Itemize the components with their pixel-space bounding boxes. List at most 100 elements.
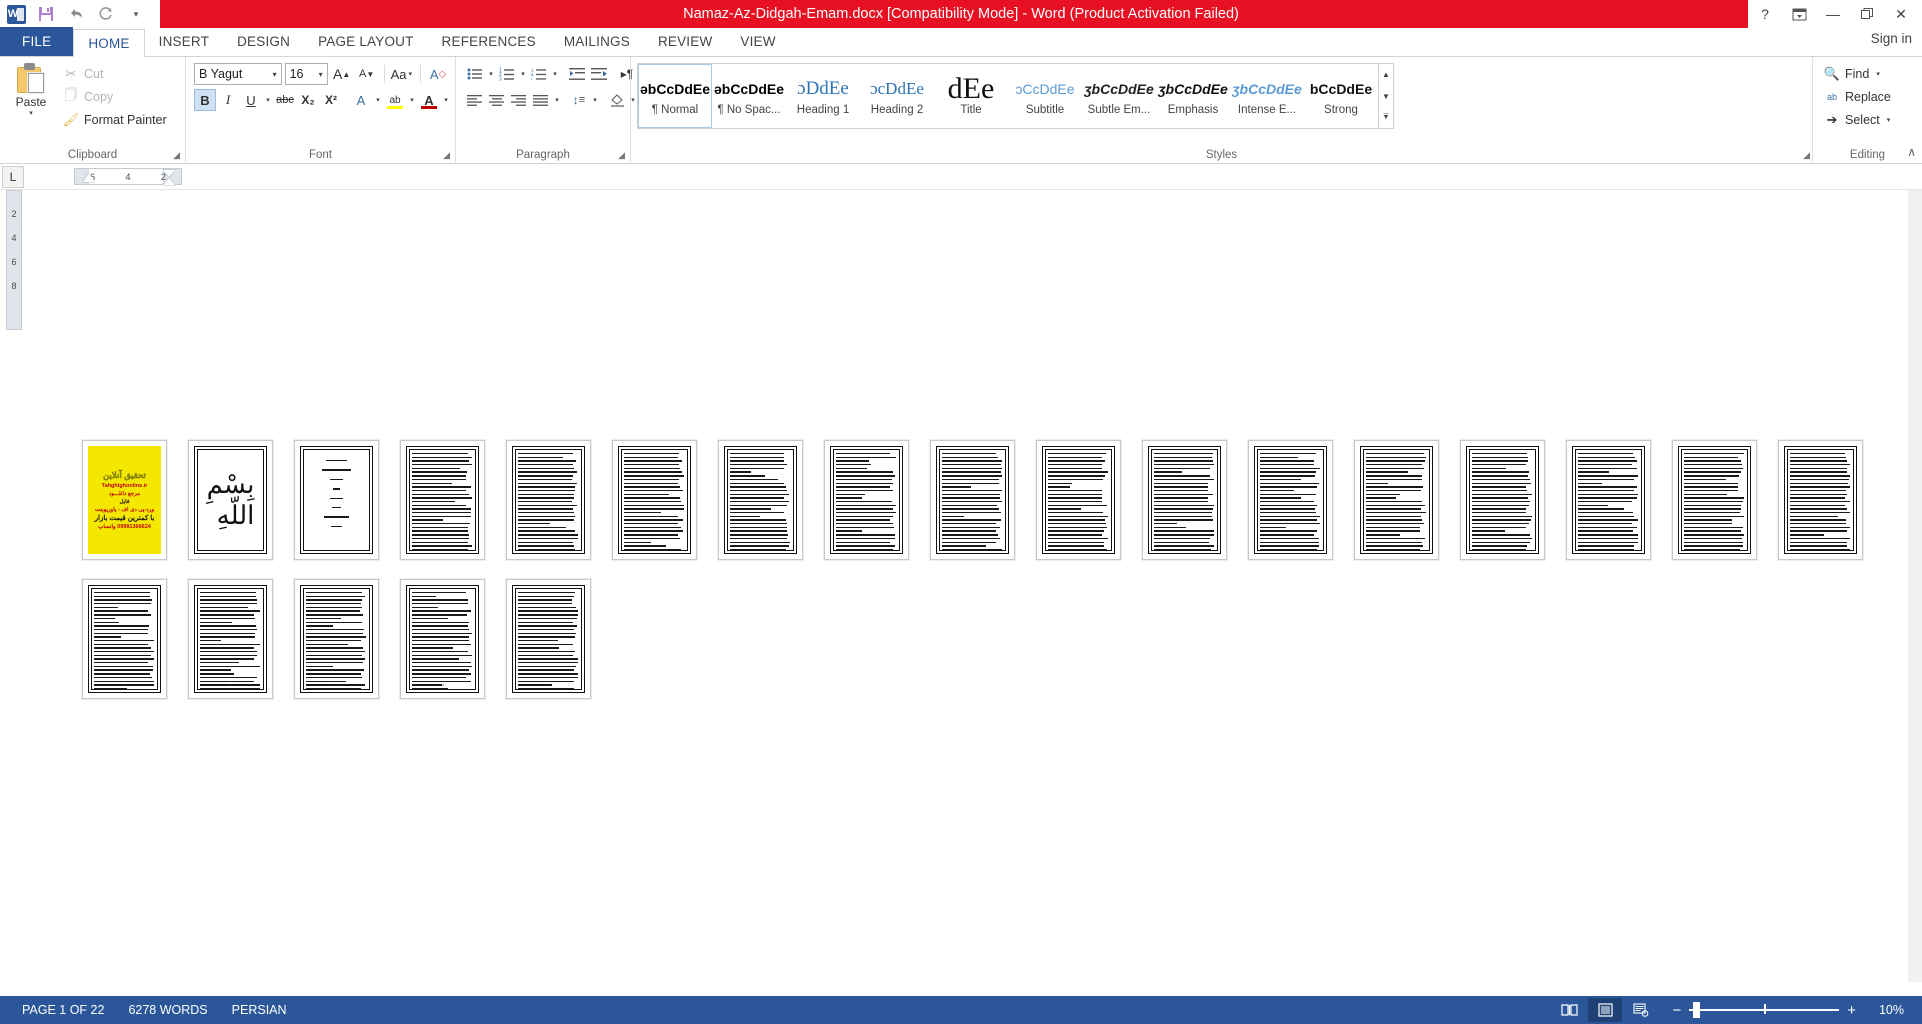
help-button[interactable]: ? — [1748, 0, 1782, 28]
undo-icon[interactable] — [66, 4, 86, 24]
minimize-button[interactable]: — — [1816, 0, 1850, 28]
increase-indent-button[interactable] — [588, 63, 610, 85]
multilevel-dropdown[interactable]: ▾ — [550, 63, 560, 85]
style-intense-emphasis[interactable]: ʒbCcDdEe Intense E... — [1230, 64, 1304, 128]
collapse-ribbon-button[interactable]: ∧ — [1907, 145, 1916, 159]
page-thumbnail[interactable]: 5 — [506, 440, 591, 560]
tab-view[interactable]: VIEW — [726, 27, 789, 56]
strikethrough-button[interactable]: abc — [274, 89, 296, 111]
shrink-font-button[interactable]: A ▼ — [356, 63, 378, 85]
tab-references[interactable]: REFERENCES — [428, 27, 550, 56]
ribbon-display-options-icon[interactable] — [1782, 0, 1816, 28]
page-thumbnail[interactable]: 11 — [1142, 440, 1227, 560]
text-highlight-color-button[interactable]: ab — [384, 89, 406, 111]
zoom-out-button[interactable]: − — [1672, 1003, 1681, 1018]
style-title[interactable]: dEe Title — [934, 64, 1008, 128]
chevron-down-icon[interactable]: ▾ — [315, 70, 327, 79]
page-indicator[interactable]: PAGE 1 OF 22 — [10, 1003, 116, 1017]
bullets-button[interactable] — [464, 63, 486, 85]
superscript-button[interactable]: X² — [320, 89, 342, 111]
page-thumbnail[interactable]: 9 — [930, 440, 1015, 560]
tab-design[interactable]: DESIGN — [223, 27, 304, 56]
style-heading-1[interactable]: ɔDdEe Heading 1 — [786, 64, 860, 128]
format-painter-button[interactable]: 🖌 Format Painter — [58, 109, 172, 131]
page-thumbnail[interactable]: 4 — [400, 440, 485, 560]
cut-button[interactable]: ✂ Cut — [58, 63, 172, 85]
subscript-button[interactable]: X₂ — [297, 89, 319, 111]
zoom-control[interactable]: − + 10% — [1660, 1002, 1912, 1018]
italic-button[interactable]: I — [217, 89, 239, 111]
clear-formatting-button[interactable]: A ◇ — [427, 63, 449, 85]
style-subtle-emphasis[interactable]: ʒbCcDdEe Subtle Em... — [1082, 64, 1156, 128]
style-heading-2[interactable]: ɔcDdEe Heading 2 — [860, 64, 934, 128]
page-thumbnail[interactable]: 14 — [1460, 440, 1545, 560]
vertical-ruler[interactable]: 2 4 6 8 — [6, 190, 22, 330]
grow-font-button[interactable]: A ▲ — [331, 63, 353, 85]
sign-in-link[interactable]: Sign in — [1871, 31, 1912, 46]
page-thumbnail[interactable]: 17 — [1778, 440, 1863, 560]
document-canvas[interactable]: 2 4 6 8 تحقیق آنلاین Tahghighonline.ir مرج… — [0, 190, 1922, 982]
zoom-in-button[interactable]: + — [1847, 1003, 1856, 1018]
page-thumbnail[interactable]: 10 — [1036, 440, 1121, 560]
word-count[interactable]: 6278 WORDS — [116, 1003, 219, 1017]
page-thumbnail[interactable]: 7 — [718, 440, 803, 560]
zoom-slider[interactable] — [1689, 1002, 1840, 1018]
paste-dropdown-icon[interactable]: ▾ — [29, 109, 33, 117]
bold-button[interactable]: B — [194, 89, 216, 111]
text-effects-dropdown[interactable]: ▾ — [373, 89, 383, 111]
styles-dialog-launcher[interactable]: ◢ — [1803, 150, 1810, 161]
page-thumbnail[interactable]: 20 — [294, 579, 379, 699]
page-thumbnail[interactable]: 22 — [506, 579, 591, 699]
right-indent-marker[interactable] — [163, 170, 175, 185]
underline-button[interactable]: U — [240, 89, 262, 111]
text-effects-button[interactable]: A — [350, 89, 372, 111]
line-spacing-dropdown[interactable]: ▾ — [590, 89, 600, 111]
styles-scroll-up-button[interactable]: ▲ — [1379, 64, 1393, 85]
font-name-combo[interactable]: B Yagut ▾ — [194, 63, 282, 85]
chevron-down-icon[interactable]: ▾ — [1874, 70, 1882, 78]
find-button[interactable]: 🔍 Find ▾ — [1819, 63, 1916, 85]
copy-button[interactable]: 🗍 Copy — [58, 86, 172, 108]
underline-dropdown-button[interactable]: ▾ — [263, 89, 273, 111]
line-spacing-button[interactable]: ↕ ≡ — [568, 89, 590, 111]
print-layout-button[interactable] — [1588, 998, 1623, 1022]
style-strong[interactable]: bCcDdEe Strong — [1304, 64, 1378, 128]
align-left-button[interactable] — [464, 89, 486, 111]
tab-mailings[interactable]: MAILINGS — [550, 27, 644, 56]
paste-button[interactable]: Paste ▾ — [6, 61, 56, 117]
page-thumbnail[interactable]: 21 — [400, 579, 485, 699]
close-button[interactable]: ✕ — [1884, 0, 1918, 28]
styles-more-button[interactable]: ▼ ─ — [1379, 107, 1393, 128]
select-button[interactable]: ➔ Select ▾ — [1819, 109, 1916, 131]
multilevel-list-button[interactable]: 1ai — [528, 63, 550, 85]
chevron-down-icon[interactable]: ▾ — [1885, 116, 1893, 124]
save-icon[interactable] — [36, 4, 56, 24]
style-no-spacing[interactable]: ǝbCcDdEe ¶ No Spac... — [712, 64, 786, 128]
page-thumbnail[interactable]: 19 — [188, 579, 273, 699]
justify-button[interactable] — [530, 89, 552, 111]
page-thumbnail[interactable]: 6 — [612, 440, 697, 560]
tab-home[interactable]: HOME — [73, 29, 145, 57]
zoom-slider-handle[interactable] — [1693, 1002, 1701, 1018]
decrease-indent-button[interactable] — [566, 63, 588, 85]
font-color-dropdown[interactable]: ▾ — [441, 89, 451, 111]
customize-quick-access-toolbar-icon[interactable]: ▾ — [126, 4, 146, 24]
horizontal-ruler[interactable]: 6 4 2 — [74, 168, 182, 185]
page-thumbnail[interactable]: بِسْمِ اللّهِ — [188, 440, 273, 560]
font-dialog-launcher[interactable]: ◢ — [443, 150, 450, 161]
redo-icon[interactable] — [96, 4, 116, 24]
styles-scroll-down-button[interactable]: ▼ — [1379, 86, 1393, 107]
tab-page-layout[interactable]: PAGE LAYOUT — [304, 27, 427, 56]
tab-review[interactable]: REVIEW — [644, 27, 726, 56]
left-indent-marker[interactable] — [83, 173, 95, 182]
page-thumbnail[interactable]: 18 — [82, 579, 167, 699]
styles-scrollbar[interactable]: ▲ ▼ ▼ ─ — [1379, 63, 1394, 129]
font-size-combo[interactable]: 16 ▾ — [284, 63, 328, 85]
zoom-level-label[interactable]: 10% — [1864, 1003, 1904, 1017]
vertical-scrollbar[interactable] — [1908, 190, 1922, 982]
restore-button[interactable] — [1850, 0, 1884, 28]
page-thumbnail[interactable]: تحقیق آنلاین Tahghighonline.ir مرجع دانلــ… — [82, 440, 167, 560]
read-mode-button[interactable] — [1552, 998, 1586, 1022]
replace-button[interactable]: ab Replace — [1819, 86, 1916, 108]
numbering-button[interactable]: 123 — [496, 63, 518, 85]
